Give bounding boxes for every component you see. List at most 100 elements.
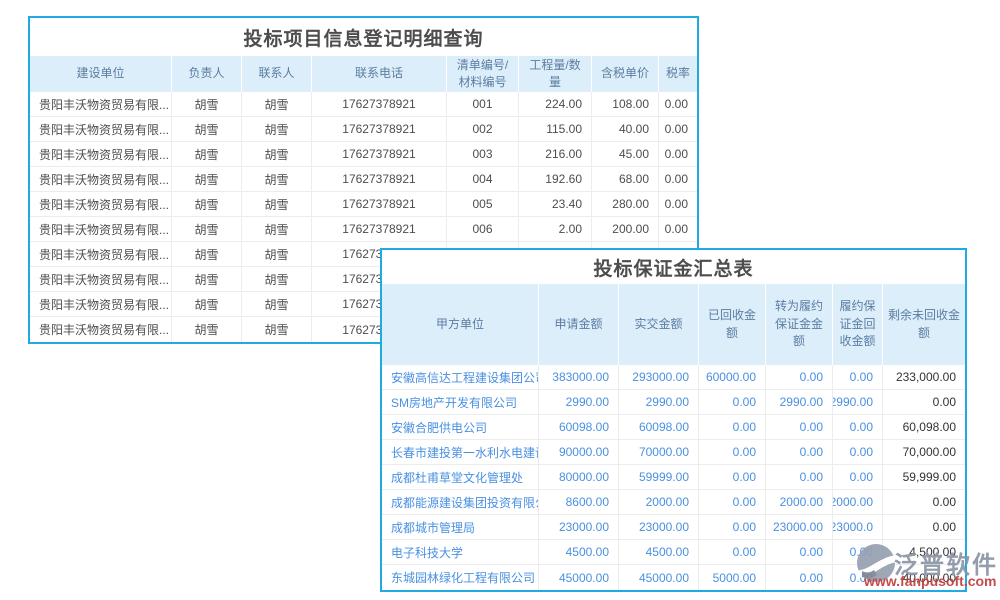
company-link[interactable]: 安徽高信达工程建设集团公司 (382, 365, 539, 389)
table-cell: 胡雪 (242, 317, 312, 342)
table-cell: 胡雪 (172, 142, 242, 166)
company-link[interactable]: 成都杜甫草堂文化管理处 (382, 465, 539, 489)
col-header-applied-amount: 申请金额 (539, 284, 619, 365)
table-cell: 胡雪 (242, 167, 312, 191)
table-cell: 0.00 (699, 390, 766, 414)
col-header-tax-rate: 税率 (659, 56, 697, 92)
table-cell: 233,000.00 (883, 365, 965, 389)
company-link[interactable]: 安徽合肥供电公司 (382, 415, 539, 439)
table-cell: 0.00 (659, 217, 697, 241)
company-link[interactable]: 电子科技大学 (382, 540, 539, 564)
table-cell: 60098.00 (539, 415, 619, 439)
col-header-converted-performance-bond: 转为履约保证金金额 (766, 284, 833, 365)
table-cell: 0.00 (833, 465, 883, 489)
table-cell: 胡雪 (242, 192, 312, 216)
table-cell: 002 (447, 117, 519, 141)
table-cell: 40,000.00 (883, 565, 965, 590)
table-cell: 胡雪 (242, 292, 312, 316)
table-cell: 006 (447, 217, 519, 241)
table-cell: 23.40 (519, 192, 592, 216)
table-cell: 0.00 (883, 490, 965, 514)
table-row[interactable]: SM房地产开发有限公司 2990.00 2990.00 0.00 2990.00… (382, 390, 965, 415)
table-cell: 贵阳丰沃物资贸易有限... (30, 267, 172, 291)
table-cell: 2990.00 (539, 390, 619, 414)
summary-table-header-row: 甲方单位 申请金额 实交金额 已回收金额 转为履约保证金金额 履约保证金回收金额… (382, 284, 965, 365)
table-cell: 胡雪 (242, 92, 312, 116)
table-cell: 23000.00 (539, 515, 619, 539)
col-header-unit-price-taxed: 含税单价 (592, 56, 659, 92)
table-row[interactable]: 贵阳丰沃物资贸易有限... 胡雪 胡雪 17627378921 001 224.… (30, 92, 697, 117)
company-link[interactable]: 东城园林绿化工程有限公司 (382, 565, 539, 590)
table-cell: 17627378921 (312, 217, 447, 241)
table-cell: 17627378921 (312, 167, 447, 191)
table-cell: 0.00 (699, 490, 766, 514)
table-cell: 45000.00 (539, 565, 619, 590)
table-cell: 0.00 (766, 440, 833, 464)
table-cell: 70,000.00 (883, 440, 965, 464)
table-cell: 胡雪 (172, 117, 242, 141)
table-cell: 胡雪 (172, 292, 242, 316)
table-row[interactable]: 东城园林绿化工程有限公司 45000.00 45000.00 5000.00 0… (382, 565, 965, 590)
table-cell: 0.00 (766, 540, 833, 564)
table-cell: 贵阳丰沃物资贸易有限... (30, 217, 172, 241)
table-cell: 003 (447, 142, 519, 166)
table-row[interactable]: 贵阳丰沃物资贸易有限... 胡雪 胡雪 17627378921 006 2.00… (30, 217, 697, 242)
table-cell: 0.00 (659, 142, 697, 166)
table-cell: 59999.00 (619, 465, 699, 489)
table-cell: 胡雪 (172, 217, 242, 241)
table-cell: 胡雪 (242, 242, 312, 266)
table-cell: 胡雪 (172, 192, 242, 216)
table-cell: 胡雪 (172, 267, 242, 291)
table-row[interactable]: 成都杜甫草堂文化管理处 80000.00 59999.00 0.00 0.00 … (382, 465, 965, 490)
table-row[interactable]: 成都能源建设集团投资有限公 8600.00 2000.00 0.00 2000.… (382, 490, 965, 515)
table-row[interactable]: 电子科技大学 4500.00 4500.00 0.00 0.00 0.00 4,… (382, 540, 965, 565)
table-cell: 59,999.00 (883, 465, 965, 489)
col-header-person-in-charge: 负责人 (172, 56, 242, 92)
table-cell: 2000.00 (766, 490, 833, 514)
company-link[interactable]: 成都能源建设集团投资有限公 (382, 490, 539, 514)
table-cell: 60000.00 (699, 365, 766, 389)
table-cell: 贵阳丰沃物资贸易有限... (30, 192, 172, 216)
bid-deposit-summary-table: 投标保证金汇总表 甲方单位 申请金额 实交金额 已回收金额 转为履约保证金金额 … (380, 248, 967, 592)
table-cell: 2990.00 (833, 390, 883, 414)
table-cell: 0.00 (659, 92, 697, 116)
company-link[interactable]: SM房地产开发有限公司 (382, 390, 539, 414)
table-cell: 80000.00 (539, 465, 619, 489)
table-cell: 216.00 (519, 142, 592, 166)
table-cell: 23000.00 (619, 515, 699, 539)
table-row[interactable]: 贵阳丰沃物资贸易有限... 胡雪 胡雪 17627378921 002 115.… (30, 117, 697, 142)
table-cell: 胡雪 (242, 217, 312, 241)
summary-table-title: 投标保证金汇总表 (382, 250, 965, 284)
table-cell: 0.00 (883, 390, 965, 414)
table-cell: 108.00 (592, 92, 659, 116)
table-row[interactable]: 贵阳丰沃物资贸易有限... 胡雪 胡雪 17627378921 004 192.… (30, 167, 697, 192)
table-cell: 68.00 (592, 167, 659, 191)
col-header-paid-amount: 实交金额 (619, 284, 699, 365)
table-cell: 0.00 (699, 415, 766, 439)
table-cell: 贵阳丰沃物资贸易有限... (30, 317, 172, 342)
col-header-contact-phone: 联系电话 (312, 56, 447, 92)
table-cell: 2000.00 (833, 490, 883, 514)
company-link[interactable]: 长春市建投第一水利水电建设 (382, 440, 539, 464)
table-row[interactable]: 贵阳丰沃物资贸易有限... 胡雪 胡雪 17627378921 003 216.… (30, 142, 697, 167)
table-row[interactable]: 成都城市管理局 23000.00 23000.00 0.00 23000.00 … (382, 515, 965, 540)
table-cell: 贵阳丰沃物资贸易有限... (30, 92, 172, 116)
table-cell: 0.00 (883, 515, 965, 539)
table-cell: 2000.00 (619, 490, 699, 514)
table-cell: 383000.00 (539, 365, 619, 389)
table-cell: 0.00 (699, 540, 766, 564)
table-row[interactable]: 安徽合肥供电公司 60098.00 60098.00 0.00 0.00 0.0… (382, 415, 965, 440)
company-link[interactable]: 成都城市管理局 (382, 515, 539, 539)
table-row[interactable]: 安徽高信达工程建设集团公司 383000.00 293000.00 60000.… (382, 365, 965, 390)
table-cell: 0.00 (833, 540, 883, 564)
table-cell: 115.00 (519, 117, 592, 141)
table-cell: 005 (447, 192, 519, 216)
table-row[interactable]: 贵阳丰沃物资贸易有限... 胡雪 胡雪 17627378921 005 23.4… (30, 192, 697, 217)
table-cell: 胡雪 (172, 317, 242, 342)
table-cell: 5000.00 (699, 565, 766, 590)
table-cell: 4500.00 (539, 540, 619, 564)
table-row[interactable]: 长春市建投第一水利水电建设 90000.00 70000.00 0.00 0.0… (382, 440, 965, 465)
table-cell: 280.00 (592, 192, 659, 216)
table-cell: 贵阳丰沃物资贸易有限... (30, 167, 172, 191)
col-header-remaining-unrecovered: 剩余未回收金额 (883, 284, 965, 365)
